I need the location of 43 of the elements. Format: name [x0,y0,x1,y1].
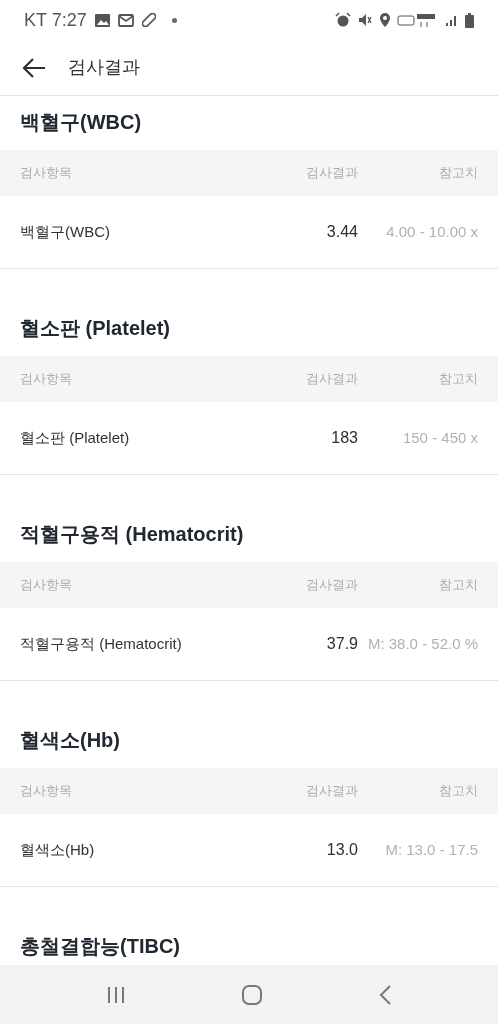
battery-icon [465,12,474,28]
column-header: 참고치 [438,370,478,389]
section-title: 혈색소(Hb) [19,728,121,753]
column-header: 검사항목 [20,164,73,183]
reference-range: 150 - 450 x [401,427,478,448]
column-header: 참고치 [438,576,478,595]
image-icon [94,13,110,27]
alarm-icon [335,12,351,28]
column-header: 검사결과 [306,782,358,801]
section-title: 적혈구용적 (Hematocrit) [19,522,245,547]
test-result: 3.44 [326,222,358,242]
mute-icon [357,12,373,28]
test-item: 혈색소(Hb) [20,839,96,860]
page-title: 검사결과 [68,56,140,79]
column-header: 검사결과 [306,370,358,389]
test-result: 13.0 [326,840,358,860]
column-header: 참고치 [438,164,478,183]
signal-icon [445,13,459,27]
section-title: 백혈구(WBC) [19,110,143,135]
section-title: 총철결합능(TIBC) [19,934,181,959]
back-nav-icon[interactable] [378,984,393,1005]
test-item: 백혈구(WBC) [20,221,111,242]
column-header: 검사항목 [20,782,73,801]
test-item: 혈소판 (Platelet) [20,427,131,448]
reference-range: M: 38.0 - 52.0 % [366,633,478,654]
reference-range: M: 13.0 - 17.5 [384,839,478,860]
column-header: 참고치 [438,782,478,801]
dot-icon [171,17,177,23]
home-icon[interactable] [241,983,263,1006]
mail-icon [117,13,134,27]
column-header: 검사결과 [306,576,358,595]
reference-range: 4.00 - 10.00 x [385,221,478,242]
section-title: 혈소판 (Platelet) [19,316,172,341]
pill-icon [141,13,156,27]
location-icon [379,12,391,28]
recent-apps-icon[interactable] [105,985,126,1004]
test-result: 183 [331,428,358,448]
column-header: 검사항목 [20,370,73,389]
test-item: 적혈구용적 (Hematocrit) [20,633,183,654]
column-header: 검사결과 [306,164,358,183]
test-result: 37.9 [326,634,358,654]
column-header: 검사항목 [20,576,73,595]
status-time: KT 7:27 [24,8,87,32]
